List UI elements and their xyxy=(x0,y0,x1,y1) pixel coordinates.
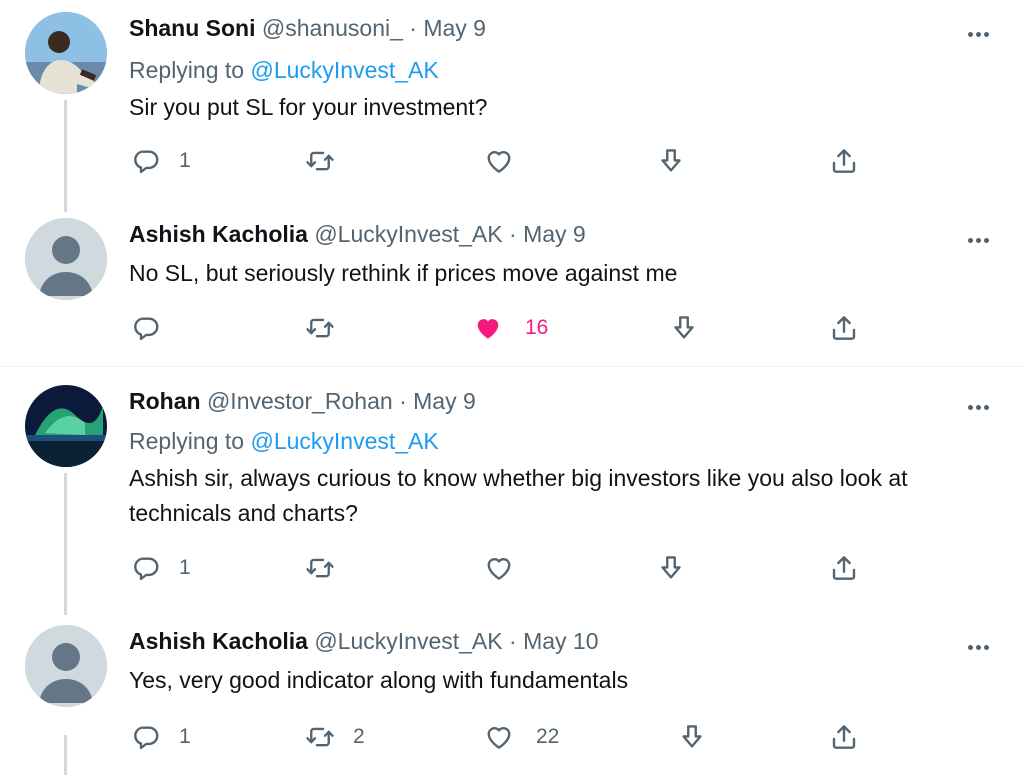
retweet-button[interactable] xyxy=(305,551,335,585)
arrow-down-icon xyxy=(669,313,699,343)
retweet-button[interactable]: 2 xyxy=(305,720,365,754)
default-avatar-icon xyxy=(25,625,107,707)
tweet[interactable]: Ashish Kacholia @LuckyInvest_AK · May 10… xyxy=(0,625,1024,775)
thread-line xyxy=(64,473,67,615)
author-handle[interactable]: @Investor_Rohan xyxy=(207,388,393,414)
tweet-text: Yes, very good indicator along with fund… xyxy=(129,667,629,693)
share-icon xyxy=(829,722,859,752)
reply-button[interactable]: 1 xyxy=(131,551,191,585)
reply-icon xyxy=(131,146,161,176)
avatar[interactable] xyxy=(25,12,107,94)
reply-button[interactable]: 1 xyxy=(131,144,191,178)
tweet-date[interactable]: May 9 xyxy=(423,15,486,41)
tweet[interactable]: Ashish Kacholia @LuckyInvest_AK · May 9 … xyxy=(0,218,1024,364)
share-button[interactable] xyxy=(829,551,859,585)
default-avatar-icon xyxy=(25,218,107,300)
tweet-header: Ashish Kacholia @LuckyInvest_AK · May 10 xyxy=(129,627,599,655)
replying-to: Replying to @LuckyInvest_AK xyxy=(129,56,439,84)
replying-to-link[interactable]: @LuckyInvest_AK xyxy=(250,428,438,454)
author-name[interactable]: Ashish Kacholia xyxy=(129,628,308,654)
like-button[interactable]: 16 xyxy=(473,311,548,345)
divider xyxy=(0,366,1024,367)
tweet-text: No SL, but seriously rethink if prices m… xyxy=(129,260,678,286)
share-icon xyxy=(829,313,859,343)
tweet-header: Shanu Soni @shanusoni_ · May 9 xyxy=(129,14,486,42)
author-name[interactable]: Shanu Soni xyxy=(129,15,256,41)
share-button[interactable] xyxy=(829,720,859,754)
reply-icon xyxy=(131,722,161,752)
retweet-button[interactable] xyxy=(305,144,335,178)
avatar[interactable] xyxy=(25,218,107,300)
separator: · xyxy=(509,628,517,654)
retweet-icon xyxy=(305,313,335,343)
author-handle[interactable]: @LuckyInvest_AK xyxy=(314,221,502,247)
share-icon xyxy=(829,146,859,176)
replying-to-label: Replying to xyxy=(129,428,245,454)
author-handle[interactable]: @LuckyInvest_AK xyxy=(314,628,502,654)
author-handle[interactable]: @shanusoni_ xyxy=(262,15,403,41)
tweet[interactable]: Rohan @Investor_Rohan · May 9 Replying t… xyxy=(0,385,1024,615)
reply-count: 1 xyxy=(179,556,191,579)
arrow-down-icon xyxy=(656,146,686,176)
separator: · xyxy=(409,15,417,41)
author-name[interactable]: Rohan xyxy=(129,388,201,414)
like-count: 16 xyxy=(525,316,549,339)
more-options-icon[interactable] xyxy=(968,397,996,410)
downvote-button[interactable] xyxy=(669,311,699,345)
share-icon xyxy=(829,553,859,583)
replying-to-link[interactable]: @LuckyInvest_AK xyxy=(250,57,438,83)
avatar-photo xyxy=(25,385,107,467)
retweet-icon xyxy=(305,722,335,752)
avatar-photo xyxy=(25,12,107,94)
retweet-icon xyxy=(305,553,335,583)
reply-button[interactable]: 1 xyxy=(131,720,191,754)
downvote-button[interactable] xyxy=(656,551,686,585)
tweet-text: Sir you put SL for your investment? xyxy=(129,94,488,120)
tweet-actions: 1 xyxy=(0,551,1024,585)
tweet-header: Rohan @Investor_Rohan · May 9 xyxy=(129,387,476,415)
tweet-date[interactable]: May 9 xyxy=(523,221,586,247)
tweet[interactable]: Shanu Soni @shanusoni_ · May 9 Replying … xyxy=(0,12,1024,212)
like-button[interactable] xyxy=(484,551,514,585)
author-name[interactable]: Ashish Kacholia xyxy=(129,221,308,247)
heart-icon xyxy=(484,146,514,176)
heart-filled-icon xyxy=(473,313,503,343)
tweet-header: Ashish Kacholia @LuckyInvest_AK · May 9 xyxy=(129,220,586,248)
separator: · xyxy=(399,388,407,414)
replying-to-label: Replying to xyxy=(129,57,245,83)
tweet-actions: 16 xyxy=(0,311,1024,345)
like-button[interactable] xyxy=(484,144,514,178)
tweet-date[interactable]: May 9 xyxy=(413,388,476,414)
downvote-button[interactable] xyxy=(656,144,686,178)
downvote-button[interactable] xyxy=(677,720,707,754)
replying-to: Replying to @LuckyInvest_AK xyxy=(129,427,439,455)
reply-button[interactable] xyxy=(131,311,161,345)
tweet-actions: 1 xyxy=(0,144,1024,178)
reply-count: 1 xyxy=(179,725,191,748)
avatar[interactable] xyxy=(25,385,107,467)
share-button[interactable] xyxy=(829,144,859,178)
reply-icon xyxy=(131,553,161,583)
arrow-down-icon xyxy=(656,553,686,583)
tweet-text: Ashish sir, always curious to know wheth… xyxy=(129,465,908,526)
more-options-icon[interactable] xyxy=(968,230,996,243)
share-button[interactable] xyxy=(829,311,859,345)
more-options-icon[interactable] xyxy=(968,637,996,650)
separator: · xyxy=(509,221,517,247)
retweet-button[interactable] xyxy=(305,311,335,345)
retweet-icon xyxy=(305,146,335,176)
reply-count: 1 xyxy=(179,149,191,172)
more-options-icon[interactable] xyxy=(968,24,996,37)
tweet-date[interactable]: May 10 xyxy=(523,628,598,654)
avatar[interactable] xyxy=(25,625,107,707)
retweet-count: 2 xyxy=(353,725,365,748)
arrow-down-icon xyxy=(677,722,707,752)
heart-icon xyxy=(484,553,514,583)
tweet-actions: 1 2 22 xyxy=(0,720,1024,754)
reply-icon xyxy=(131,313,161,343)
like-count: 22 xyxy=(536,725,560,748)
heart-icon xyxy=(484,722,514,752)
like-button[interactable]: 22 xyxy=(484,720,559,754)
